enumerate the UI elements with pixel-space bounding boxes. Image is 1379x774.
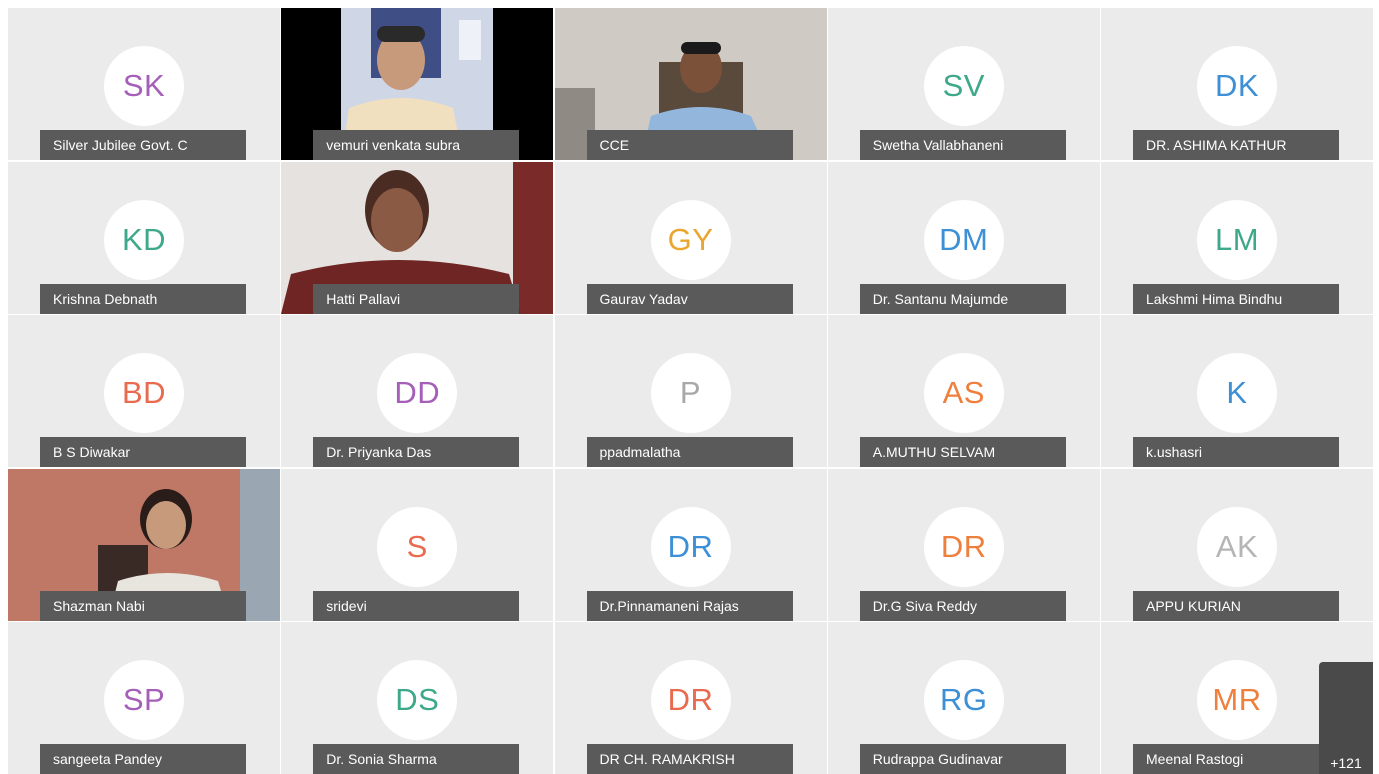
participant-tile[interactable]: DR Dr.Pinnamaneni Rajas — [554, 468, 827, 621]
participant-name: DR CH. RAMAKRISH — [586, 744, 793, 774]
participant-video-tile[interactable]: vemuri venkata subra — [281, 8, 554, 160]
participant-tile[interactable]: S sridevi — [281, 468, 554, 621]
participant-name: A.MUTHU SELVAM — [859, 437, 1066, 467]
participant-tile[interactable]: DR Dr.G Siva Reddy — [827, 468, 1100, 621]
participant-tile[interactable]: DK DR. ASHIMA KATHUR — [1101, 8, 1373, 160]
participant-avatar: DM — [923, 199, 1004, 280]
participant-name: Dr. Sonia Sharma — [313, 744, 520, 774]
participant-tile[interactable]: KD Krishna Debnath — [8, 161, 280, 314]
participant-avatar: BD — [104, 353, 184, 433]
participant-tile[interactable]: DM Dr. Santanu Majumde — [827, 161, 1100, 314]
participant-tile[interactable]: SP sangeeta Pandey — [8, 622, 280, 774]
participant-tile[interactable]: RG Rudrappa Gudinavar — [827, 622, 1100, 774]
participant-name: Dr. Santanu Majumde — [859, 283, 1066, 314]
participant-name: Dr.G Siva Reddy — [859, 590, 1066, 621]
more-participants-count: +121 — [1330, 755, 1362, 771]
participant-tile[interactable]: BD B S Diwakar — [8, 315, 280, 467]
participant-tile[interactable]: GY Gaurav Yadav — [554, 161, 827, 314]
participant-tile[interactable]: DR DR CH. RAMAKRISH — [554, 622, 827, 774]
participant-name: k.ushasri — [1133, 437, 1339, 467]
participant-name: Hatti Pallavi — [313, 283, 520, 314]
participant-name: APPU KURIAN — [1133, 590, 1339, 621]
participant-name: sridevi — [313, 590, 520, 621]
participant-name: Dr.Pinnamaneni Rajas — [586, 590, 793, 621]
participant-name: Meenal Rastogi — [1133, 744, 1339, 774]
participant-name: vemuri venkata subra — [313, 130, 520, 160]
participant-name: CCE — [586, 130, 793, 160]
participant-video-tile[interactable]: Hatti Pallavi — [281, 161, 554, 314]
participant-avatar: SP — [104, 660, 184, 740]
participant-name: Krishna Debnath — [40, 283, 246, 314]
participant-avatar: LM — [1197, 199, 1277, 280]
participant-name: sangeeta Pandey — [40, 744, 246, 774]
participant-avatar: P — [650, 353, 731, 433]
participant-avatar: AS — [923, 353, 1004, 433]
participant-name: Gaurav Yadav — [586, 283, 793, 314]
participant-avatar: SV — [923, 46, 1004, 126]
participant-tile[interactable]: SK Silver Jubilee Govt. C — [8, 8, 280, 160]
participant-name: Shazman Nabi — [40, 590, 246, 621]
participant-video-tile[interactable]: Shazman Nabi — [8, 468, 280, 621]
participant-avatar: K — [1197, 353, 1277, 433]
participant-name: B S Diwakar — [40, 437, 246, 467]
participant-tile[interactable]: AS A.MUTHU SELVAM — [827, 315, 1100, 467]
participant-avatar: RG — [923, 660, 1004, 740]
participant-avatar: DD — [377, 353, 458, 433]
more-participants-button[interactable]: +121 — [1319, 662, 1373, 774]
participant-name: Swetha Vallabhaneni — [859, 130, 1066, 160]
participant-grid: SK Silver Jubilee Govt. C vemuri venkata… — [8, 8, 1373, 774]
participant-tile[interactable]: DS Dr. Sonia Sharma — [281, 622, 554, 774]
participant-tile[interactable]: AK APPU KURIAN — [1101, 468, 1373, 621]
participant-avatar: GY — [650, 199, 731, 280]
participant-avatar: SK — [104, 46, 184, 126]
participant-avatar: MR — [1197, 660, 1277, 740]
participant-name: ppadmalatha — [586, 437, 793, 467]
participant-avatar: AK — [1197, 506, 1277, 587]
participant-name: Lakshmi Hima Bindhu — [1133, 283, 1339, 314]
participant-avatar: DR — [923, 506, 1004, 587]
participant-name: Silver Jubilee Govt. C — [40, 130, 246, 160]
participant-video-tile[interactable]: CCE — [554, 8, 827, 160]
participant-tile[interactable]: K k.ushasri — [1101, 315, 1373, 467]
participant-name: DR. ASHIMA KATHUR — [1133, 130, 1339, 160]
participant-tile[interactable]: DD Dr. Priyanka Das — [281, 315, 554, 467]
participant-avatar: DK — [1197, 46, 1277, 126]
participant-name: Dr. Priyanka Das — [313, 437, 520, 467]
participant-avatar: DR — [650, 506, 731, 587]
participant-avatar: DR — [650, 660, 731, 740]
participant-name: Rudrappa Gudinavar — [859, 744, 1066, 774]
participant-avatar: S — [377, 506, 458, 587]
participant-tile[interactable]: SV Swetha Vallabhaneni — [827, 8, 1100, 160]
participant-tile[interactable]: LM Lakshmi Hima Bindhu — [1101, 161, 1373, 314]
participant-avatar: KD — [104, 199, 184, 280]
participant-tile[interactable]: P ppadmalatha — [554, 315, 827, 467]
participant-avatar: DS — [377, 660, 458, 740]
